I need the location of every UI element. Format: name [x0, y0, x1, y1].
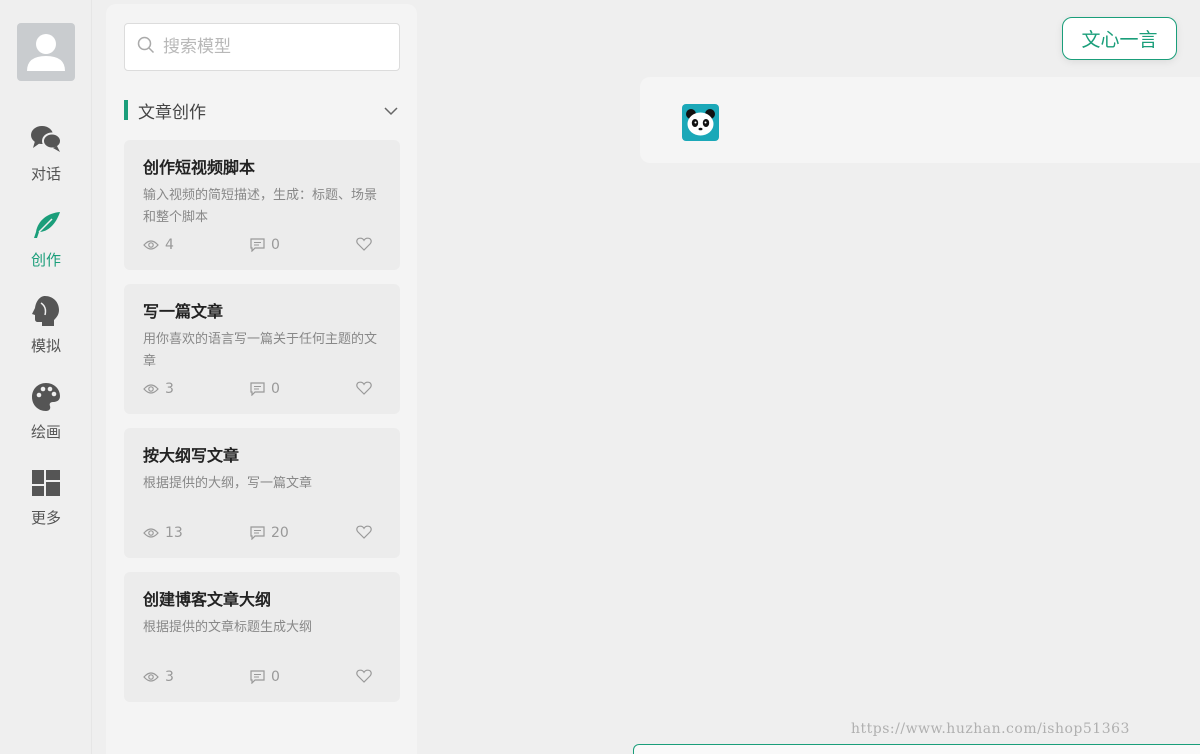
model-card[interactable]: 创作短视频脚本 输入视频的简短描述，生成：标题、场景和整个脚本 4 0 — [124, 140, 400, 270]
palette-icon — [29, 380, 63, 414]
nav-item-label: 对话 — [30, 165, 61, 183]
favorite-button[interactable] — [356, 237, 372, 251]
view-count: 4 — [143, 237, 174, 253]
section-header[interactable]: 文章创作 — [124, 98, 400, 123]
comment-icon — [250, 382, 265, 396]
search-box[interactable] — [124, 23, 400, 71]
model-card[interactable]: 写一篇文章 用你喜欢的语言写一篇关于任何主题的文章 3 0 — [124, 284, 400, 414]
head-profile-icon — [29, 294, 63, 328]
comment-count-value: 0 — [271, 381, 280, 397]
model-card[interactable]: 创建博客文章大纲 根据提供的文章标题生成大纲 3 0 — [124, 572, 400, 702]
view-count-value: 4 — [165, 237, 174, 253]
eye-icon — [143, 240, 159, 250]
nav-item-label: 模拟 — [30, 337, 61, 355]
view-count: 3 — [143, 669, 174, 685]
comment-count[interactable]: 0 — [250, 669, 280, 685]
model-list-panel: 文章创作 创作短视频脚本 输入视频的简短描述，生成：标题、场景和整个脚本 4 0 — [106, 4, 417, 754]
message-input-area[interactable] — [633, 744, 1200, 754]
card-stats: 4 0 — [143, 237, 383, 257]
model-card[interactable]: 按大纲写文章 根据提供的大纲，写一篇文章 13 20 — [124, 428, 400, 558]
eye-icon — [143, 672, 159, 682]
comment-count[interactable]: 20 — [250, 525, 289, 541]
eye-icon — [143, 384, 159, 394]
comment-count-value: 0 — [271, 237, 280, 253]
card-description: 根据提供的大纲，写一篇文章 — [143, 476, 313, 491]
card-title: 按大纲写文章 — [143, 446, 240, 465]
chat-bubbles-icon — [29, 122, 63, 156]
card-description: 输入视频的简短描述，生成：标题、场景和整个脚本 — [143, 188, 378, 225]
card-description: 根据提供的文章标题生成大纲 — [143, 620, 313, 635]
eye-icon — [143, 528, 159, 538]
comment-count-value: 0 — [271, 669, 280, 685]
feather-icon — [29, 208, 63, 242]
view-count-value: 13 — [165, 525, 183, 541]
comment-icon — [250, 670, 265, 684]
card-stats: 3 0 — [143, 669, 383, 689]
card-description: 用你喜欢的语言写一篇关于任何主题的文章 — [143, 332, 378, 369]
search-input[interactable] — [163, 37, 383, 57]
model-select-button[interactable]: 文心一言 — [1062, 17, 1177, 60]
grid-icon — [29, 466, 63, 500]
card-stats: 13 20 — [143, 525, 383, 545]
user-icon — [27, 34, 65, 71]
heart-icon — [356, 237, 372, 251]
nav-item-label: 绘画 — [30, 423, 61, 441]
heart-icon — [356, 381, 372, 395]
search-icon — [137, 36, 155, 58]
chat-message — [640, 77, 1200, 163]
section-title: 文章创作 — [138, 102, 206, 123]
comment-count[interactable]: 0 — [250, 237, 280, 253]
view-count-value: 3 — [165, 669, 174, 685]
nav-item-label: 更多 — [30, 509, 61, 527]
comment-count-value: 20 — [271, 525, 289, 541]
card-title: 写一篇文章 — [143, 302, 224, 321]
panda-avatar-icon — [682, 104, 719, 141]
nav-item-more[interactable]: 更多 — [0, 466, 92, 542]
nav-item-chat[interactable]: 对话 — [0, 122, 92, 198]
nav-item-draw[interactable]: 绘画 — [0, 380, 92, 456]
favorite-button[interactable] — [356, 669, 372, 683]
nav-item-create[interactable]: 创作 — [0, 208, 92, 284]
view-count-value: 3 — [165, 381, 174, 397]
favorite-button[interactable] — [356, 525, 372, 539]
card-title: 创作短视频脚本 — [143, 158, 256, 177]
comment-icon — [250, 238, 265, 252]
comment-count[interactable]: 0 — [250, 381, 280, 397]
chevron-down-icon[interactable] — [384, 101, 398, 120]
comment-icon — [250, 526, 265, 540]
heart-icon — [356, 669, 372, 683]
card-stats: 3 0 — [143, 381, 383, 401]
nav-item-label: 创作 — [30, 251, 61, 269]
heart-icon — [356, 525, 372, 539]
view-count: 3 — [143, 381, 174, 397]
card-title: 创建博客文章大纲 — [143, 590, 272, 609]
section-accent-bar — [124, 100, 128, 120]
nav-item-simulate[interactable]: 模拟 — [0, 294, 92, 370]
user-avatar[interactable] — [17, 23, 75, 81]
watermark-url: https://www.huzhan.com/ishop51363 — [851, 721, 1130, 737]
nav-rail: 对话 创作 模拟 绘画 更多 — [0, 0, 92, 754]
view-count: 13 — [143, 525, 183, 541]
favorite-button[interactable] — [356, 381, 372, 395]
